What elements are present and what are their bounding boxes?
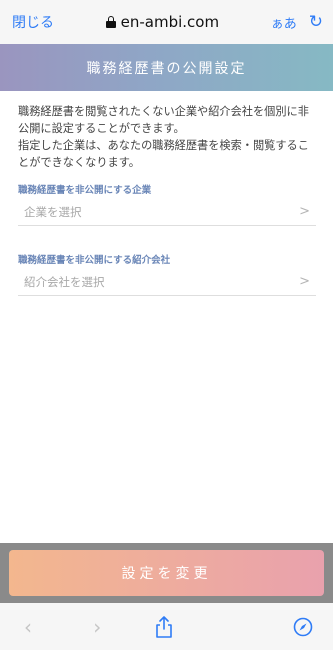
text-size-button[interactable]: ぁあ [271,13,297,32]
change-settings-button[interactable]: 設定を変更 [9,550,324,596]
chevron-right-icon: > [299,204,310,219]
forward-icon[interactable]: › [85,615,109,639]
address-bar[interactable]: en-ambi.com [105,13,220,31]
chevron-right-icon: > [299,274,310,289]
close-button[interactable]: 閉じる [12,12,54,32]
change-settings-label: 設定を変更 [121,566,212,582]
browser-toolbar: ‹ › · [0,603,333,650]
back-icon[interactable]: ‹ [16,615,40,639]
page-header: 職務経歴書の公開設定 [0,44,333,91]
lock-icon [105,16,116,28]
description-text: 職務経歴書を閲覧されたくない企業や紹介会社を個別に非公開に設定することができます… [18,103,318,171]
url-text: en-ambi.com [120,13,220,31]
agency-select[interactable]: 紹介会社を選択 > [18,268,316,296]
company-select[interactable]: 企業を選択 > [18,198,316,226]
description-line: 職務経歴書を閲覧されたくない企業や紹介会社を個別に非公開に設定することができます… [18,105,309,169]
reload-icon[interactable]: ↻ [309,13,323,31]
hidden-companies-label: 職務経歴書を非公開にする企業 [18,185,152,196]
share-icon[interactable] [155,615,179,638]
browser-top-bar: 閉じる en-ambi.com ぁあ ↻ [0,0,333,44]
company-select-placeholder: 企業を選択 [24,204,82,219]
agency-select-placeholder: 紹介会社を選択 [24,274,105,289]
page-title: 職務経歴書の公開設定 [86,60,247,77]
hidden-agencies-label: 職務経歴書を非公開にする紹介会社 [18,255,171,266]
compass-icon[interactable] [293,617,317,637]
